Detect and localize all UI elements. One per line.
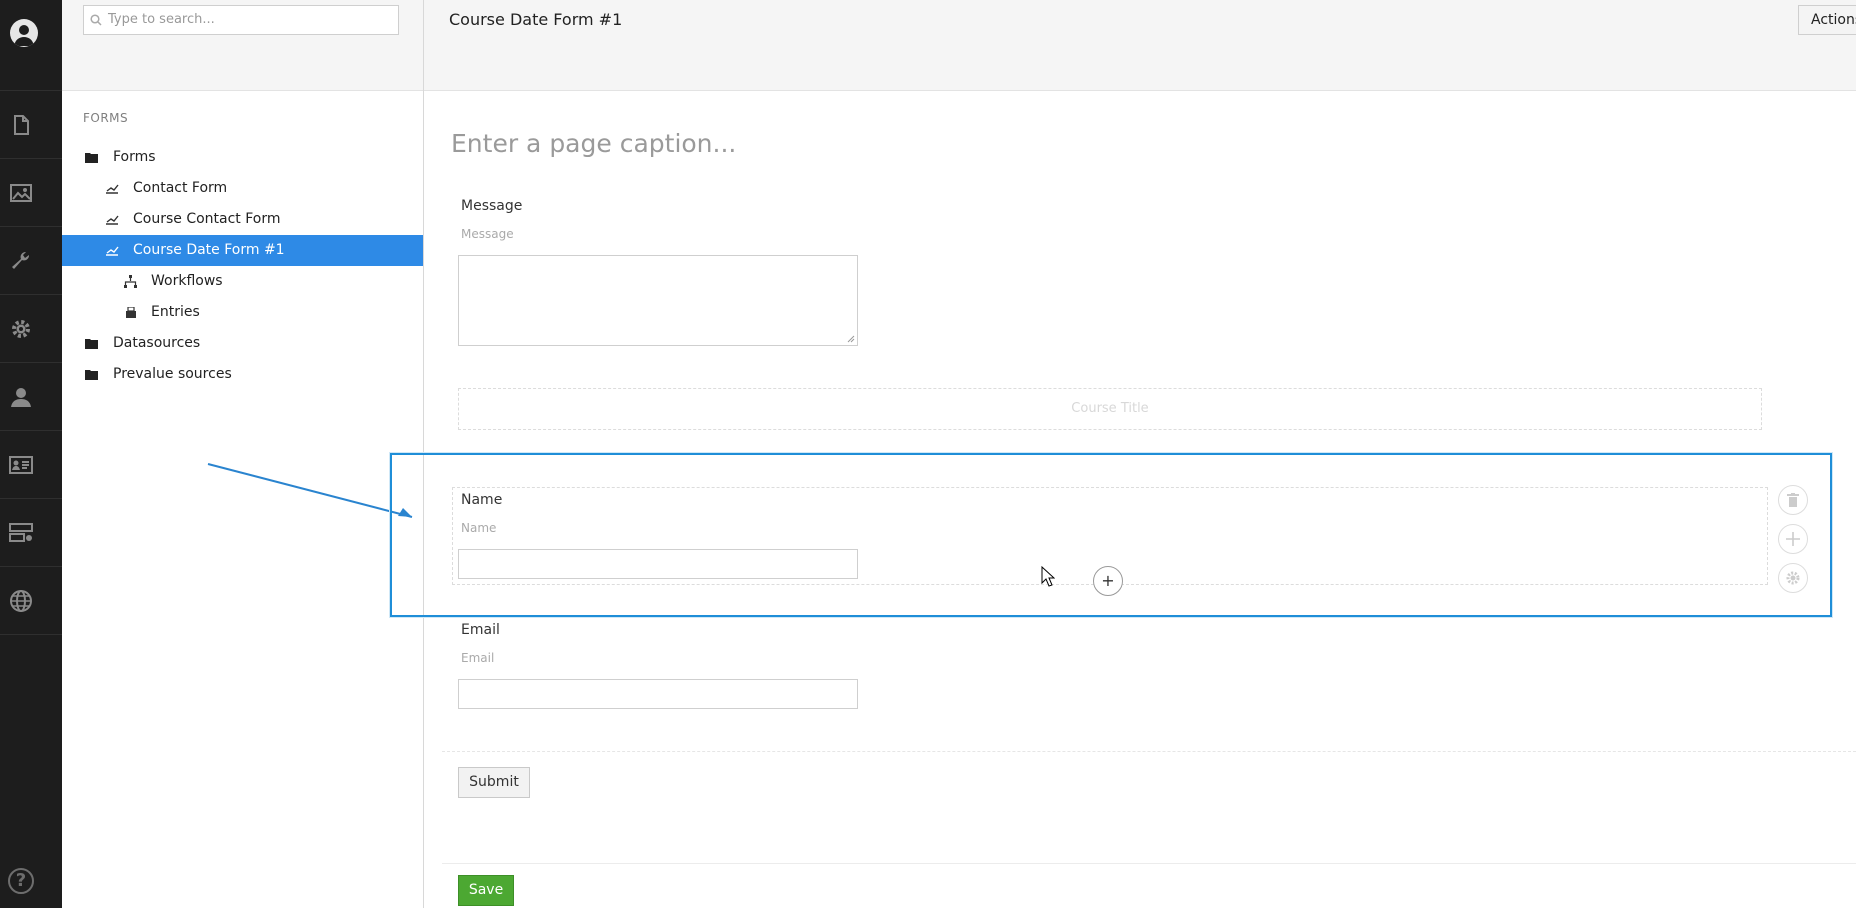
tree-item-course-date-form[interactable]: Course Date Form #1 — [62, 235, 423, 266]
translation-section[interactable] — [0, 566, 62, 635]
tree-item-prevalue-sources[interactable]: Prevalue sources — [62, 359, 423, 390]
page-caption-input[interactable]: Enter a page caption... — [451, 129, 736, 158]
tree-item-course-contact-form[interactable]: Course Contact Form — [62, 204, 423, 235]
tree-section-title: FORMS — [83, 111, 129, 125]
users-section[interactable] — [0, 362, 62, 431]
resize-handle-icon[interactable] — [847, 335, 855, 343]
tree-item-label: Contact Form — [133, 180, 228, 196]
settings-section[interactable] — [0, 226, 62, 295]
search-area: Type to search... — [62, 0, 423, 91]
media-icon — [10, 184, 32, 202]
form-icon — [106, 246, 119, 256]
user-avatar[interactable] — [10, 19, 38, 47]
workflow-icon — [124, 275, 137, 288]
globe-icon — [10, 590, 32, 612]
annotation-highlight-box — [390, 453, 1832, 617]
tree-item-forms[interactable]: Forms — [62, 142, 423, 173]
tree-item-datasources[interactable]: Datasources — [62, 328, 423, 359]
tree-item-label: Datasources — [113, 335, 201, 351]
content-section[interactable] — [0, 90, 62, 159]
user-icon — [11, 388, 31, 407]
tree-item-label: Course Contact Form — [133, 211, 281, 227]
field-label-course-title: Course Title — [1071, 401, 1149, 416]
tree-panel: Type to search... FORMS Forms Contact Fo… — [62, 0, 424, 908]
tree-item-workflows[interactable]: Workflows — [62, 266, 423, 297]
search-input[interactable]: Type to search... — [83, 5, 399, 35]
app-sidebar: ? — [0, 0, 62, 908]
media-section[interactable] — [0, 158, 62, 227]
forms-icon — [9, 523, 33, 542]
save-button[interactable]: Save — [458, 875, 514, 906]
tree-item-label: Workflows — [151, 273, 223, 289]
editor-header: Course Date Form #1 Actions — [424, 0, 1856, 91]
forms-section[interactable] — [0, 498, 62, 567]
search-icon — [90, 14, 102, 26]
actions-button[interactable]: Actions — [1798, 5, 1856, 35]
page-divider — [442, 751, 1856, 752]
tree-item-label: Forms — [113, 149, 156, 165]
course-title-field[interactable]: Course Title — [458, 388, 1762, 430]
tree-item-label: Course Date Form #1 — [133, 242, 285, 258]
tree-item-contact-form[interactable]: Contact Form — [62, 173, 423, 204]
field-caption-message: Message — [461, 227, 514, 241]
field-caption-email: Email — [461, 651, 495, 665]
field-label-email: Email — [461, 622, 500, 638]
tree-item-label: Entries — [151, 304, 200, 320]
submit-button[interactable]: Submit — [458, 767, 530, 798]
folder-icon — [85, 370, 98, 380]
page-title: Course Date Form #1 — [449, 10, 623, 29]
folder-icon — [85, 153, 98, 163]
sidebar-divider — [0, 634, 62, 635]
search-placeholder: Type to search... — [108, 12, 215, 27]
developer-section[interactable] — [0, 294, 62, 363]
form-icon — [106, 184, 119, 194]
tree-item-entries[interactable]: Entries — [62, 297, 423, 328]
message-textarea[interactable] — [458, 255, 858, 346]
annotation-arrow-icon — [207, 463, 413, 518]
email-input[interactable] — [458, 679, 858, 709]
folder-icon — [85, 339, 98, 349]
form-icon — [106, 215, 119, 225]
member-card-icon — [9, 456, 33, 474]
document-icon — [14, 115, 29, 135]
help-icon[interactable]: ? — [8, 868, 34, 894]
gear-icon — [12, 320, 30, 338]
footer-divider — [442, 863, 1856, 864]
entries-icon — [126, 307, 136, 318]
field-label-message: Message — [461, 198, 523, 214]
wrench-icon — [12, 251, 30, 269]
members-section[interactable] — [0, 430, 62, 499]
tree-item-label: Prevalue sources — [113, 366, 232, 382]
